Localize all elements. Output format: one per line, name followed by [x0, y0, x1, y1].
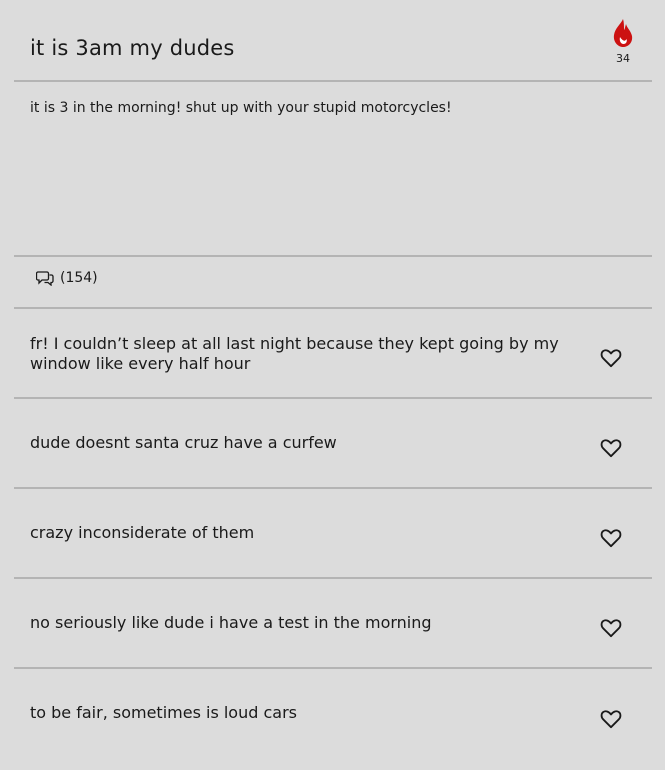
list-item: to be fair, sometimes is loud cars — [0, 680, 665, 770]
divider — [14, 80, 652, 82]
divider — [14, 255, 652, 257]
comments-icon — [36, 271, 54, 286]
post-header: it is 3am my dudes 34 — [0, 0, 665, 81]
post-body: it is 3 in the morning! shut up with you… — [30, 100, 452, 116]
comment-text: dude doesnt santa cruz have a curfew — [30, 433, 337, 452]
heart-outline-icon[interactable] — [600, 438, 622, 458]
divider — [14, 487, 652, 489]
comment-text: no seriously like dude i have a test in … — [30, 613, 432, 632]
heart-outline-icon[interactable] — [600, 618, 622, 638]
comment-text: to be fair, sometimes is loud cars — [30, 703, 297, 722]
comments-count-button[interactable]: (154) — [36, 270, 98, 286]
flame-icon[interactable] — [611, 18, 635, 48]
comment-text: crazy inconsiderate of them — [30, 523, 255, 542]
divider — [14, 397, 652, 399]
heart-outline-icon[interactable] — [600, 528, 622, 548]
comment-count: (154) — [60, 270, 98, 286]
heart-outline-icon[interactable] — [600, 709, 622, 729]
divider — [14, 577, 652, 579]
comment-text: fr! I couldn’t sleep at all last night b… — [30, 334, 559, 373]
vote-count: 34 — [616, 52, 630, 65]
divider — [14, 667, 652, 669]
heart-outline-icon[interactable] — [600, 348, 622, 368]
post-title: it is 3am my dudes — [30, 36, 235, 60]
list-item: fr! I couldn’t sleep at all last night b… — [0, 310, 665, 400]
vote-button[interactable]: 34 — [606, 18, 640, 65]
divider — [14, 307, 652, 309]
